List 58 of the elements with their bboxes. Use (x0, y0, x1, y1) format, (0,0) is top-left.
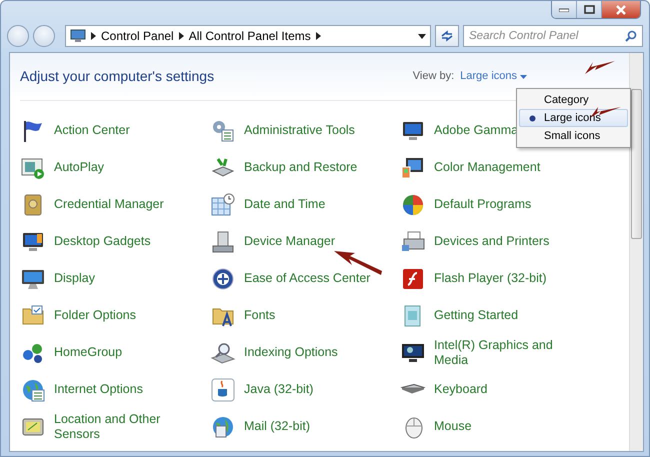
control-panel-link[interactable]: Color Management (434, 160, 540, 175)
control-panel-link[interactable]: Mail (32-bit) (244, 419, 310, 434)
control-panel-link[interactable]: Flash Player (32-bit) (434, 271, 547, 286)
minimize-button[interactable] (552, 1, 577, 18)
keyboard-icon (400, 384, 426, 395)
scrollbar-thumb[interactable] (631, 89, 642, 239)
control-panel-link[interactable]: Backup and Restore (244, 160, 358, 175)
maximize-icon (584, 5, 594, 14)
control-panel-link[interactable]: Administrative Tools (244, 123, 355, 138)
chevron-icon (316, 32, 321, 40)
maximize-button[interactable] (577, 1, 602, 18)
close-icon (615, 4, 627, 14)
control-panel-link[interactable]: HomeGroup (54, 345, 122, 360)
chevron-icon (178, 32, 184, 40)
control-panel-link[interactable]: Default Programs (434, 197, 532, 212)
close-button[interactable] (602, 1, 640, 18)
calendar-icon (210, 192, 236, 218)
control-panel-link[interactable]: Indexing Options (244, 345, 338, 360)
control-panel-link[interactable]: Display (54, 271, 95, 286)
control-panel-link[interactable]: Action Center (54, 123, 130, 138)
caret-icon (418, 34, 426, 38)
control-panel-link[interactable]: Ease of Access Center (244, 271, 370, 286)
control-panel-link[interactable]: Location and Other Sensors (54, 412, 194, 442)
control-panel-link[interactable]: Desktop Gadgets (54, 234, 151, 249)
view-by-dropdown[interactable]: Large icons (458, 68, 529, 85)
control-panel-link[interactable]: Device Manager (244, 234, 336, 249)
refresh-button[interactable] (435, 25, 459, 47)
accessibility-icon (210, 266, 236, 292)
search-field[interactable]: Search Control Panel (463, 25, 643, 47)
page-heading: Adjust your computer's settings (20, 67, 214, 86)
chevron-icon (91, 32, 96, 40)
control-panel-link[interactable]: Java (32-bit) (244, 382, 314, 397)
address-bar[interactable]: Control Panel All Control Panel Items (65, 25, 431, 47)
refresh-icon (440, 30, 454, 42)
control-panel-link[interactable]: Credential Manager (54, 197, 164, 212)
search-icon (625, 30, 637, 42)
breadcrumb[interactable]: All Control Panel Items (188, 27, 311, 45)
minimize-icon (559, 8, 569, 12)
control-panel-link[interactable]: Intel(R) Graphics and Media (434, 338, 574, 368)
menu-item[interactable]: Small icons (519, 127, 628, 145)
control-panel-link[interactable]: Devices and Printers (434, 234, 550, 249)
breadcrumb[interactable]: Control Panel (101, 27, 174, 45)
control-panel-icon (70, 29, 86, 43)
control-panel-link[interactable]: AutoPlay (54, 160, 104, 175)
caret-icon (520, 74, 527, 78)
menu-item[interactable]: Large icons (519, 109, 628, 127)
menu-item[interactable]: Category (519, 91, 628, 109)
control-panel-link[interactable]: Folder Options (54, 308, 136, 323)
control-panel-link[interactable]: Date and Time (244, 197, 326, 212)
radio-dot-icon (528, 114, 536, 122)
coffee-cup-icon (210, 376, 236, 402)
control-panel-link[interactable]: Fonts (244, 308, 276, 323)
control-panel-link[interactable]: Keyboard (434, 382, 488, 397)
computer-tower-icon (210, 228, 236, 254)
view-by-label: View by: (412, 69, 454, 84)
control-panel-link[interactable]: Mouse (434, 419, 472, 434)
control-panel-link[interactable]: Getting Started (434, 308, 518, 323)
control-panel-link[interactable]: Internet Options (54, 382, 143, 397)
